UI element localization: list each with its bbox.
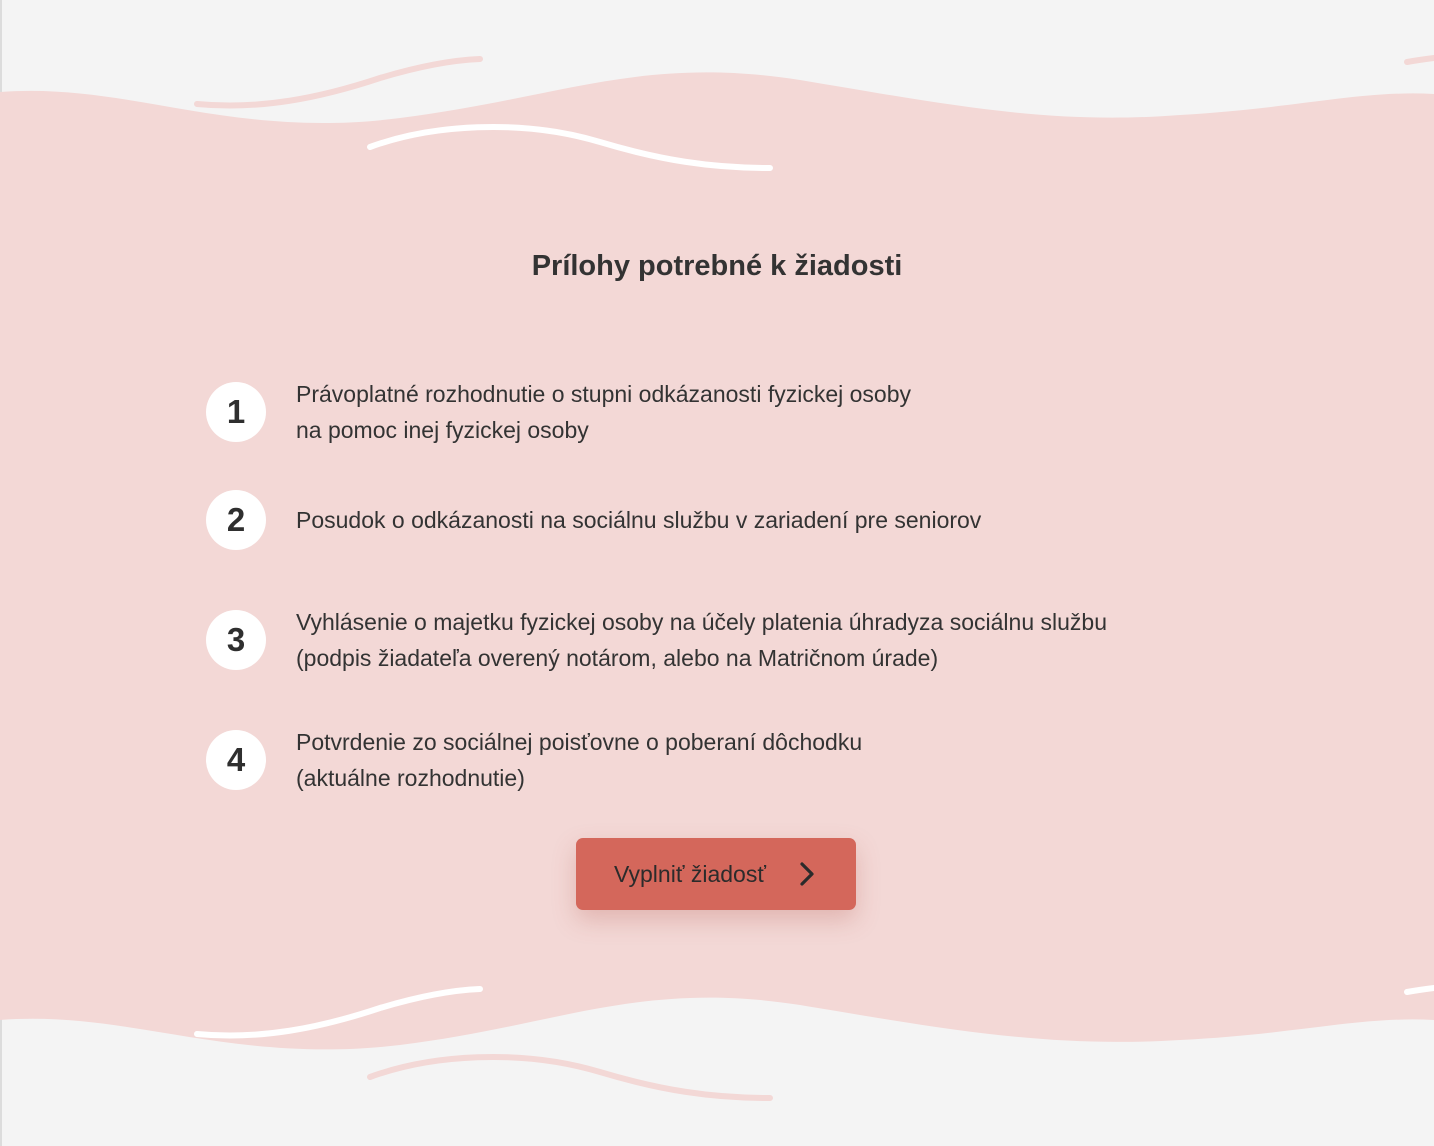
chevron-right-icon <box>800 862 814 886</box>
wave-background <box>0 55 1434 1101</box>
list-item-line: Posudok o odkázanosti na sociálnu službu… <box>296 507 982 533</box>
list-item-text: Právoplatné rozhodnutie o stupni odkázan… <box>296 376 911 448</box>
list-item: 4 Potvrdenie zo sociálnej poisťovne o po… <box>206 724 1206 796</box>
attachments-section: Prílohy potrebné k žiadosti 1 Právoplatn… <box>0 0 1434 1146</box>
step-number-badge: 2 <box>206 490 266 550</box>
list-item-line: (aktuálne rozhodnutie) <box>296 765 525 791</box>
list-item-text: Posudok o odkázanosti na sociálnu službu… <box>296 502 981 538</box>
fill-application-button-label: Vyplniť žiadosť <box>614 860 766 887</box>
list-item: 3 Vyhlásenie o majetku fyzickej osoby na… <box>206 604 1206 676</box>
list-item-text: Potvrdenie zo sociálnej poisťovne o pobe… <box>296 724 862 796</box>
list-item-line: na pomoc inej fyzickej osoby <box>296 417 589 443</box>
list-item: 1 Právoplatné rozhodnutie o stupni odkáz… <box>206 376 1206 448</box>
list-item-line: Právoplatné rozhodnutie o stupni odkázan… <box>296 381 911 407</box>
step-number-badge: 1 <box>206 382 266 442</box>
bottom-decor-line-3 <box>1404 985 1434 995</box>
bottom-decor-line-2 <box>367 1053 773 1101</box>
step-number-badge: 3 <box>206 610 266 670</box>
list-item-line: Vyhlásenie o majetku fyzickej osoby na ú… <box>296 609 1107 635</box>
list-item-line: Potvrdenie zo sociálnej poisťovne o pobe… <box>296 729 863 755</box>
list-item: 2 Posudok o odkázanosti na sociálnu služ… <box>206 490 1206 550</box>
list-item-text: Vyhlásenie o majetku fyzickej osoby na ú… <box>296 604 1107 676</box>
section-title: Prílohy potrebné k žiadosti <box>531 250 903 282</box>
top-decor-line-1 <box>194 56 483 109</box>
list-item-line: (podpis žiadateľa overený notárom, alebo… <box>296 645 939 671</box>
fill-application-button[interactable]: Vyplniť žiadosť <box>576 838 856 910</box>
top-decor-line-3 <box>1404 55 1434 65</box>
step-number-badge: 4 <box>206 730 266 790</box>
